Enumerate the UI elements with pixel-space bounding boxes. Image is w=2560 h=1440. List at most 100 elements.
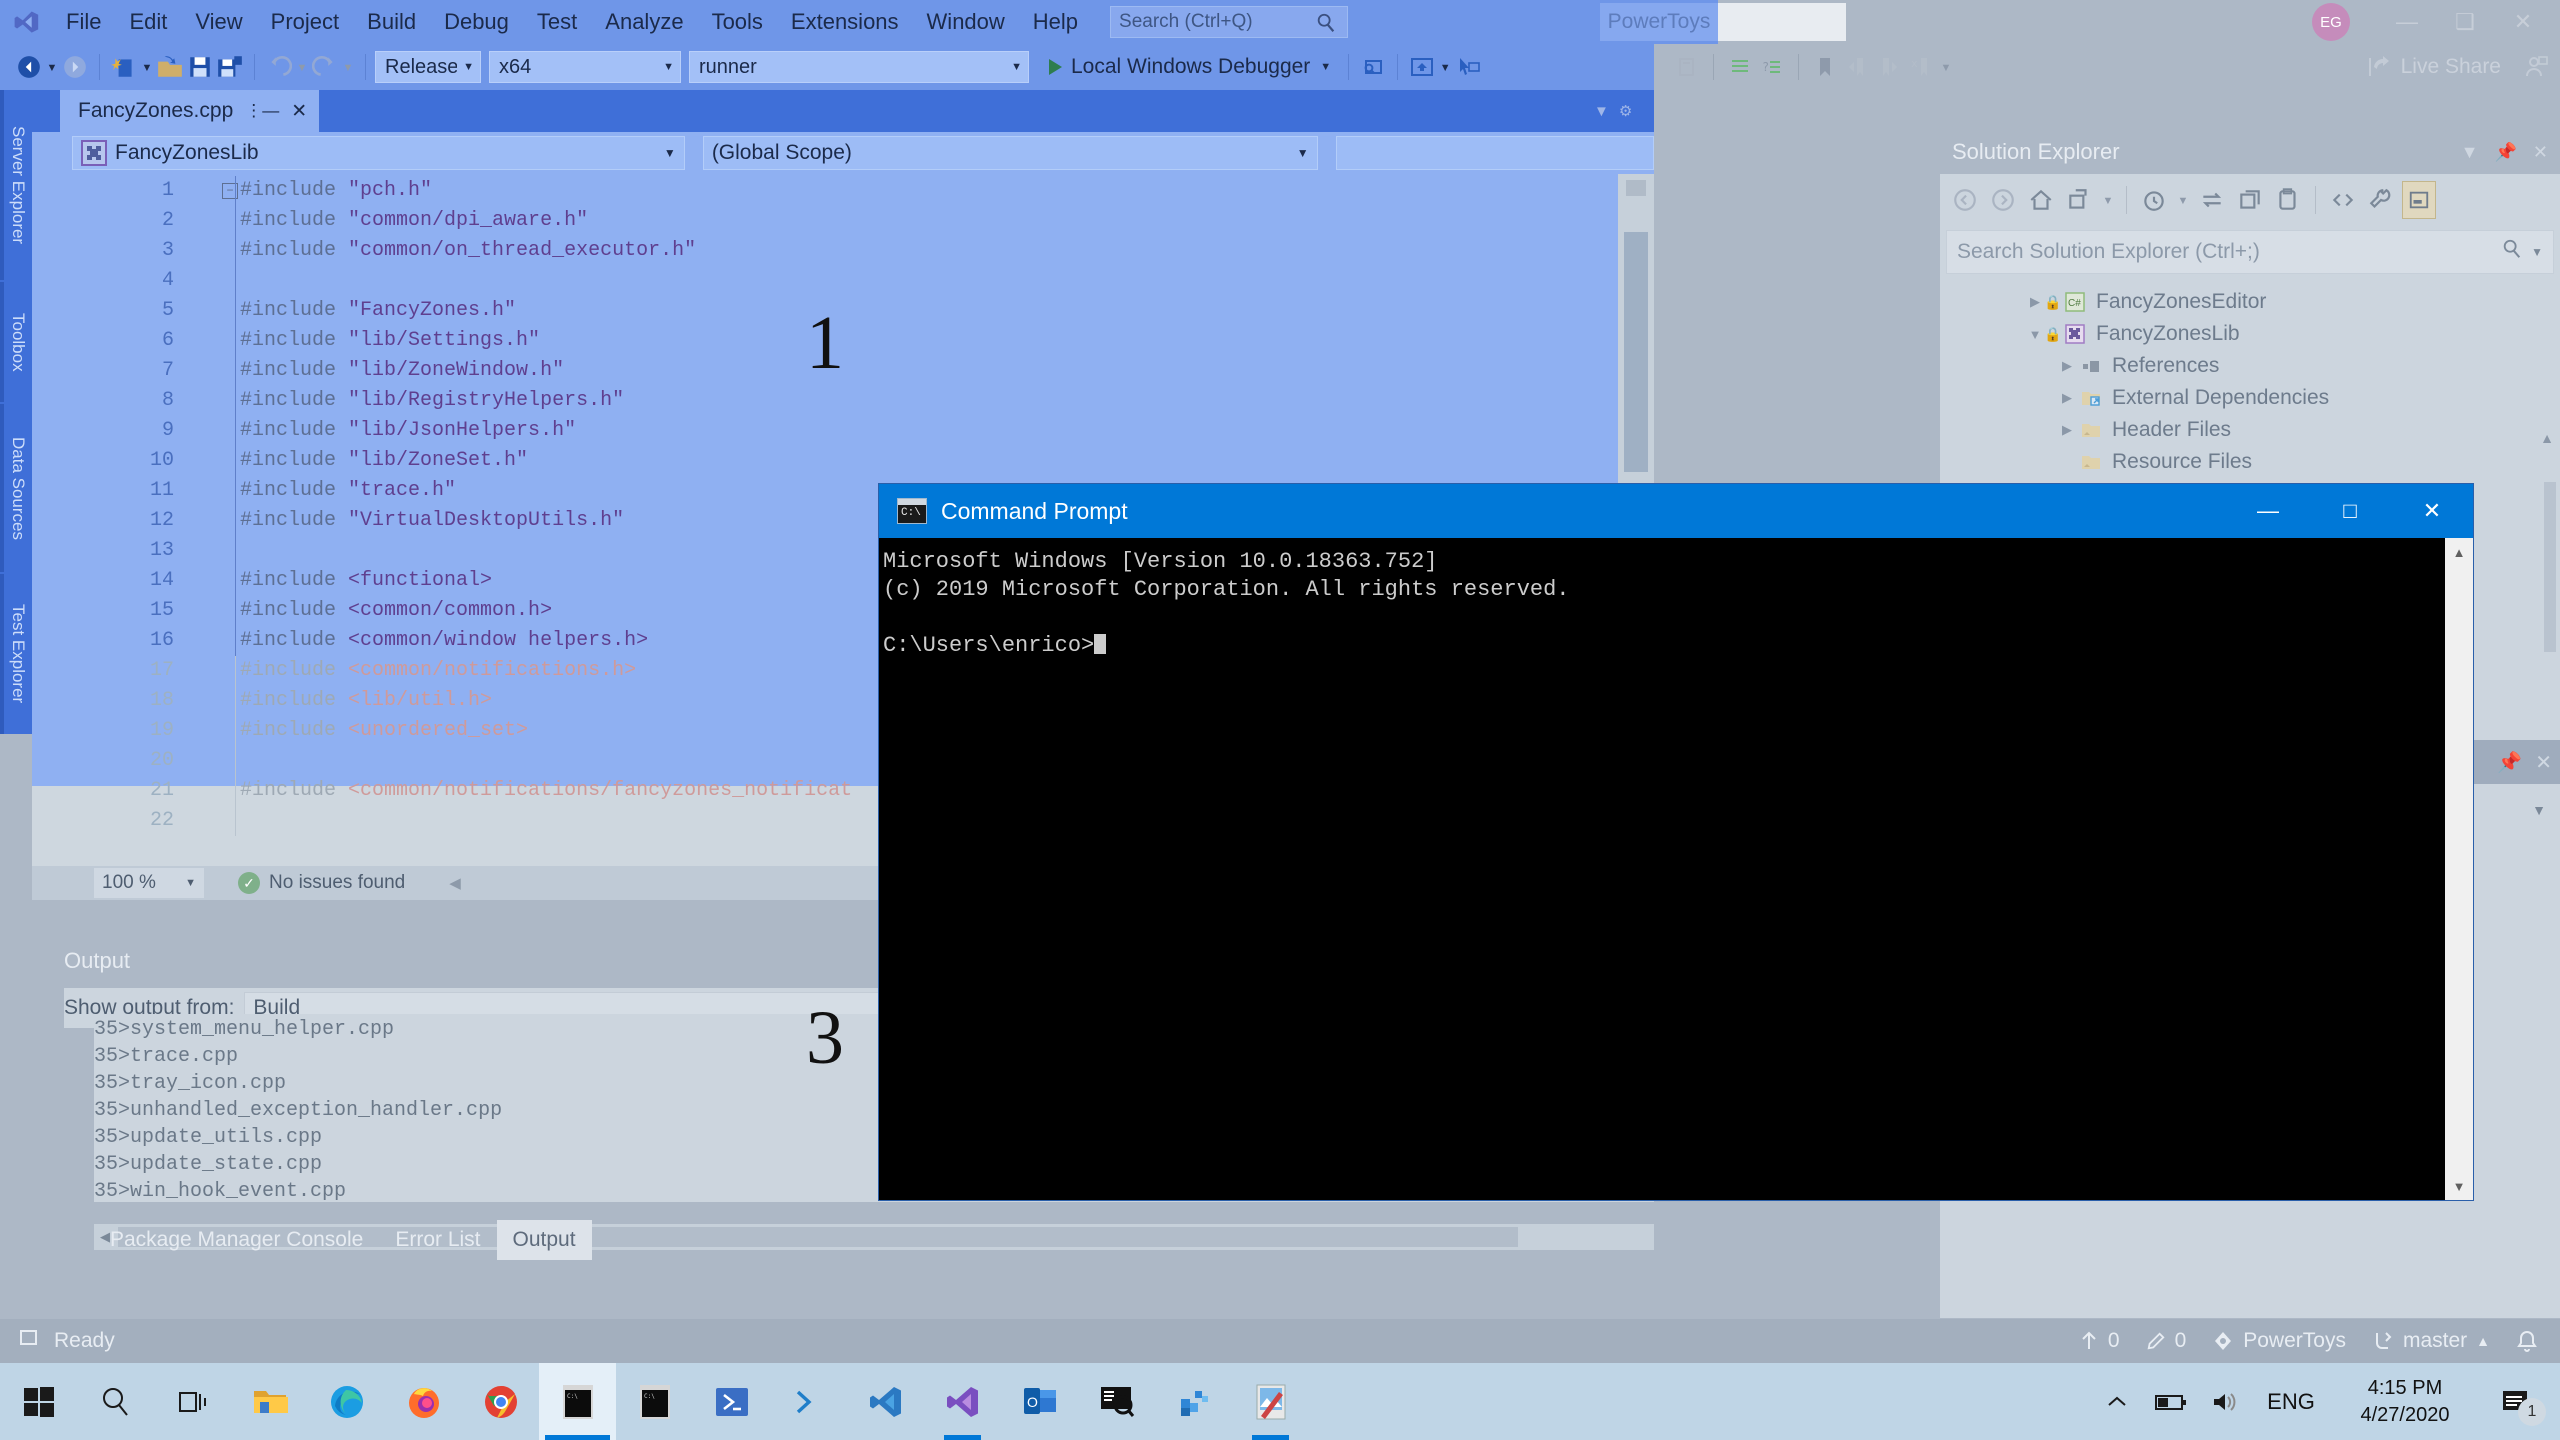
menu-test[interactable]: Test [523,0,591,44]
code-line[interactable]: #include "lib/Settings.h" [240,326,540,356]
code-line[interactable]: #include "lib/ZoneSet.h" [240,446,528,476]
live-share-button[interactable]: Live Share [2366,44,2560,90]
status-outgoing-commits[interactable]: 0 [2079,1329,2120,1353]
scrollbar-up-arrow[interactable]: ▲ [2540,430,2554,446]
clock[interactable]: 4:15 PM 4/27/2020 [2330,1363,2480,1440]
preview-selected-items-icon[interactable] [2402,181,2436,219]
solution-platform-combo[interactable]: x64 ▼ [489,51,681,83]
preview-dropdown[interactable]: ▼ [1437,49,1453,85]
tab-error-list[interactable]: Error List [379,1220,496,1260]
navigate-backward-dropdown[interactable]: ▼ [44,49,60,85]
switch-views-icon[interactable] [2062,181,2096,219]
status-repository[interactable]: PowerToys [2212,1329,2346,1353]
volume-icon[interactable] [2198,1363,2252,1440]
sidebar-item-server-explorer[interactable]: Server Explorer [0,90,32,280]
code-line[interactable]: #include <functional> [240,566,492,596]
minimize-icon[interactable]: — [2378,0,2436,44]
status-pending-changes[interactable]: 0 [2146,1329,2186,1353]
file-explorer-icon[interactable] [231,1363,308,1440]
sidebar-item-test-explorer[interactable]: Test Explorer [0,574,32,734]
pending-changes-dropdown[interactable]: ▼ [2175,182,2191,218]
minimize-icon[interactable]: — [2227,484,2309,538]
chevron-down-icon[interactable]: ▼ [2461,142,2479,163]
properties-icon[interactable] [2364,181,2398,219]
scrollbar-thumb[interactable] [2544,482,2556,652]
chevron-down-icon[interactable]: ▼ [2531,245,2543,259]
solution-explorer-tree[interactable]: ▶ 🔒 C# FancyZonesEditor ▼ 🔒 FancyZonesLib ▶ Refe… [1940,274,2560,478]
scrollbar-thumb[interactable] [1624,232,1648,472]
chevron-down-icon[interactable]: ▼ [1594,103,1609,120]
menu-debug[interactable]: Debug [430,0,523,44]
powershell-icon[interactable] [693,1363,770,1440]
solution-explorer-node[interactable]: Resource Files [1940,446,2560,478]
zoom-level-combo[interactable]: 100 % ▼ [94,868,204,898]
show-all-files-icon[interactable] [2326,181,2360,219]
command-prompt-titlebar[interactable]: C:\ Command Prompt — □ ✕ [879,484,2473,538]
chevron-right-icon[interactable]: ▶ [2058,358,2076,374]
sync-icon[interactable] [2195,181,2229,219]
close-icon[interactable]: ✕ [2533,142,2548,163]
collapse-all-icon[interactable] [2233,181,2267,219]
start-debugging-button[interactable]: Local Windows Debugger ▼ [1041,49,1339,85]
battery-icon[interactable] [2144,1363,2198,1440]
command-prompt-2-icon[interactable]: C:\ [616,1363,693,1440]
command-prompt-output[interactable]: Microsoft Windows [Version 10.0.18363.75… [879,538,2473,1200]
scrollbar-up-arrow[interactable] [1626,180,1646,196]
pin-icon[interactable]: 📌 [2494,142,2516,163]
preview-selected-items-icon[interactable] [1407,49,1437,85]
status-notifications[interactable] [2516,1329,2538,1353]
menu-extensions[interactable]: Extensions [777,0,913,44]
code-line[interactable]: #include <common/window helpers.h> [240,626,648,656]
document-tab-fancyzones-cpp[interactable]: FancyZones.cpp ⋮— ✕ [60,90,320,132]
new-project-dropdown[interactable]: ▼ [139,49,155,85]
close-icon[interactable]: ✕ [2494,0,2552,44]
pending-changes-icon[interactable] [2137,181,2171,219]
save-icon[interactable] [185,49,215,85]
microsoft-edge-icon[interactable] [308,1363,385,1440]
attach-to-process-icon[interactable] [1358,49,1388,85]
cluster-icon[interactable] [1155,1363,1232,1440]
navigation-extra-combo[interactable] [1335,136,1654,170]
menu-tools[interactable]: Tools [698,0,777,44]
add-collaborator-icon[interactable] [2524,55,2550,79]
start-button[interactable] [0,1363,77,1440]
code-line[interactable]: #include "lib/RegistryHelpers.h" [240,386,624,416]
close-icon[interactable]: ✕ [2535,750,2552,775]
maximize-icon[interactable]: □ [2309,484,2391,538]
code-line[interactable]: #include <lib/util.h> [240,686,492,716]
google-chrome-icon[interactable] [462,1363,539,1440]
code-line[interactable]: #include <common/notifications/fancyzone… [240,776,852,806]
sidebar-item-data-sources[interactable]: Data Sources [0,404,32,572]
new-project-icon[interactable] [109,49,139,85]
visual-studio-icon[interactable] [924,1363,1001,1440]
solution-explorer-node[interactable]: ▶ References [1940,350,2560,382]
chevron-right-icon[interactable]: ▶ [2058,390,2076,406]
chevron-right-icon[interactable]: ▶ [2058,422,2076,438]
code-line[interactable]: #include <common/common.h> [240,596,552,626]
outlook-icon[interactable]: O [1001,1363,1078,1440]
menu-file[interactable]: File [52,0,115,44]
status-branch[interactable]: master ▲ [2372,1329,2490,1353]
task-view-icon[interactable] [154,1363,231,1440]
show-hidden-icons-icon[interactable] [2090,1363,2144,1440]
tab-output[interactable]: Output [496,1220,592,1260]
menu-help[interactable]: Help [1019,0,1092,44]
menu-edit[interactable]: Edit [115,0,181,44]
text-analyzer-icon[interactable] [1078,1363,1155,1440]
command-prompt-icon[interactable]: C:\ [539,1363,616,1440]
tab-package-manager-console[interactable]: Package Manager Console [94,1220,379,1260]
close-icon[interactable]: ✕ [2391,484,2473,538]
vs-code-icon[interactable] [847,1363,924,1440]
scrollbar-up-arrow[interactable]: ▲ [2445,538,2473,566]
command-prompt-window[interactable]: C:\ Command Prompt — □ ✕ Microsoft Windo… [879,484,2473,1200]
code-line[interactable]: #include "common/on_thread_executor.h" [240,236,696,266]
issues-prev-icon[interactable]: ◀ [449,874,461,892]
pin-icon[interactable]: 📌 [2497,750,2522,775]
code-line[interactable]: #include "lib/ZoneWindow.h" [240,356,564,386]
toolwindow-options-icon[interactable]: ⚙ [1619,102,1632,120]
navigation-scope-combo[interactable]: FancyZonesLib ▼ [72,136,685,170]
firefox-icon[interactable] [385,1363,462,1440]
properties-window-icon[interactable] [2271,181,2305,219]
home-icon[interactable] [2024,181,2058,219]
menu-window[interactable]: Window [913,0,1019,44]
